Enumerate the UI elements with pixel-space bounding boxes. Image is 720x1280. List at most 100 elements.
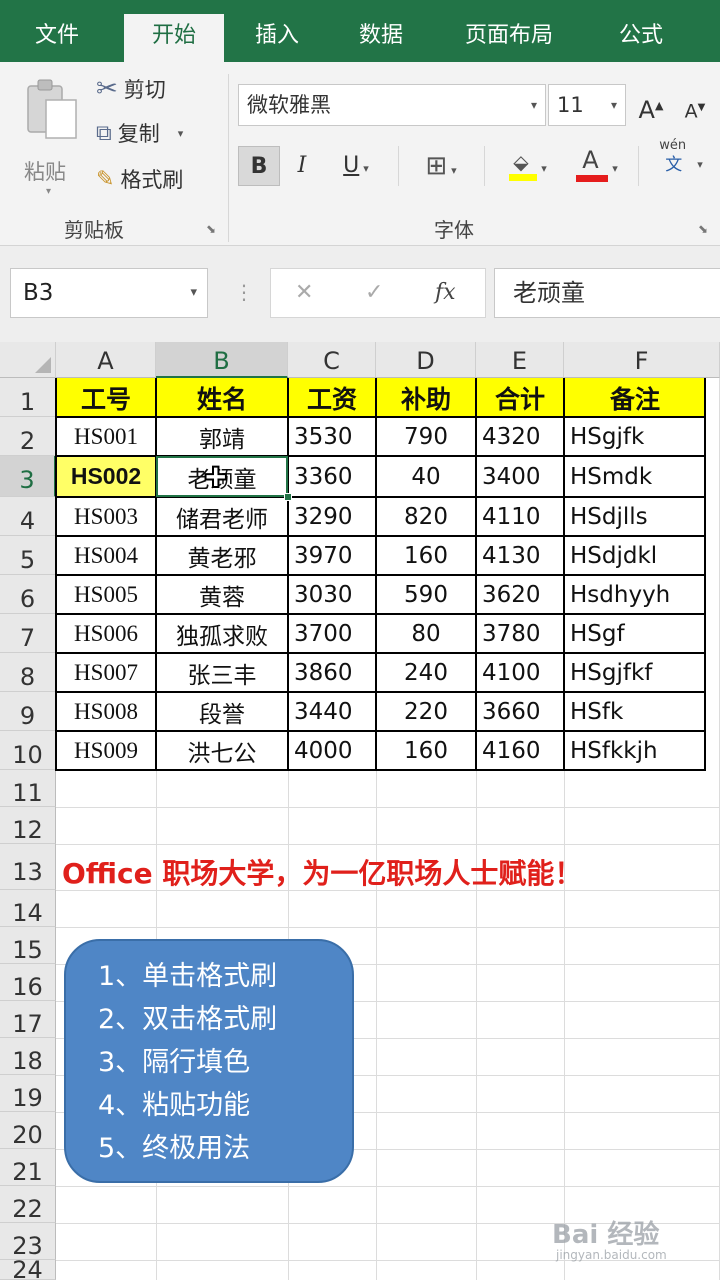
cell-name[interactable]: 段誉 xyxy=(156,692,288,731)
row-header-10[interactable]: 10 xyxy=(0,731,56,770)
tab-home[interactable]: 开始 xyxy=(124,14,224,62)
cell-name[interactable]: 郭靖 xyxy=(156,417,288,456)
row-header-16[interactable]: 16 xyxy=(0,964,56,1001)
row-header-21[interactable]: 21 xyxy=(0,1149,56,1186)
row-header-17[interactable]: 17 xyxy=(0,1001,56,1038)
row-header-4[interactable]: 4 xyxy=(0,497,56,536)
cell-name[interactable]: 储君老师 xyxy=(156,497,288,536)
cell-name[interactable]: 独孤求败 xyxy=(156,614,288,653)
column-header-d[interactable]: D xyxy=(376,342,476,378)
row-header-6[interactable]: 6 xyxy=(0,575,56,614)
cell-id[interactable]: HS003 xyxy=(56,497,156,536)
tab-insert[interactable]: 插入 xyxy=(232,14,322,62)
name-box[interactable]: B3 ▾ xyxy=(10,268,208,318)
cell-allowance[interactable]: 820 xyxy=(376,497,476,536)
cell-allowance[interactable]: 160 xyxy=(376,536,476,575)
cell-allowance[interactable]: 40 xyxy=(376,456,476,497)
format-painter-button[interactable]: ✎ 格式刷 xyxy=(96,164,183,194)
cell-total[interactable]: 4320 xyxy=(476,417,564,456)
header-cell-allowance[interactable]: 补助 xyxy=(376,378,476,417)
cell-total[interactable]: 3620 xyxy=(476,575,564,614)
cell-allowance[interactable]: 80 xyxy=(376,614,476,653)
cell-total[interactable]: 3400 xyxy=(476,456,564,497)
row-header-5[interactable]: 5 xyxy=(0,536,56,575)
cell-salary[interactable]: 3530 xyxy=(288,417,376,456)
cell-allowance[interactable]: 790 xyxy=(376,417,476,456)
cell-note[interactable]: HSgjfkf xyxy=(564,653,706,692)
cell-name[interactable]: 洪七公 xyxy=(156,731,288,770)
cell-note[interactable]: HSfk xyxy=(564,692,706,731)
row-header-7[interactable]: 7 xyxy=(0,614,56,653)
worksheet-grid[interactable]: A B C D E F 1 2 3 4 5 6 7 8 9 10 11 12 1… xyxy=(0,342,720,1280)
header-cell-salary[interactable]: 工资 xyxy=(288,378,376,417)
row-header-12[interactable]: 12 xyxy=(0,807,56,844)
cell-total[interactable]: 3780 xyxy=(476,614,564,653)
cell-total[interactable]: 3660 xyxy=(476,692,564,731)
column-header-f[interactable]: F xyxy=(564,342,720,378)
cell-id[interactable]: HS005 xyxy=(56,575,156,614)
clipboard-launcher-icon[interactable]: ⬊ xyxy=(206,222,216,236)
cell-id[interactable]: HS007 xyxy=(56,653,156,692)
cancel-icon[interactable]: ✕ xyxy=(295,269,313,317)
cell-total[interactable]: 4110 xyxy=(476,497,564,536)
row-header-2[interactable]: 2 xyxy=(0,417,56,456)
row-header-3[interactable]: 3 xyxy=(0,456,56,497)
cell-allowance[interactable]: 240 xyxy=(376,653,476,692)
cell-note[interactable]: HSmdk xyxy=(564,456,706,497)
tab-formulas[interactable]: 公式 xyxy=(596,14,686,62)
underline-button[interactable]: U ▾ xyxy=(326,146,386,186)
cell-id[interactable]: HS008 xyxy=(56,692,156,731)
row-header-23[interactable]: 23 xyxy=(0,1223,56,1260)
header-cell-note[interactable]: 备注 xyxy=(564,378,706,417)
cell-id[interactable]: HS009 xyxy=(56,731,156,770)
select-all-button[interactable] xyxy=(0,342,56,378)
tab-data[interactable]: 数据 xyxy=(336,14,426,62)
italic-button[interactable]: I xyxy=(286,146,318,186)
borders-button[interactable]: ⊞ ▾ xyxy=(410,146,472,186)
formula-input[interactable]: 老顽童 xyxy=(494,268,720,318)
tab-page-layout[interactable]: 页面布局 xyxy=(446,14,572,62)
cell-note[interactable]: HSfkkjh xyxy=(564,731,706,770)
font-color-button[interactable]: A ▾ xyxy=(566,146,628,186)
cell-id[interactable]: HS004 xyxy=(56,536,156,575)
column-header-b[interactable]: B xyxy=(156,342,288,378)
row-header-15[interactable]: 15 xyxy=(0,927,56,964)
row-header-11[interactable]: 11 xyxy=(0,770,56,807)
cell-total[interactable]: 4100 xyxy=(476,653,564,692)
cell-total[interactable]: 4130 xyxy=(476,536,564,575)
decrease-font-size-button[interactable]: A▼ xyxy=(680,88,710,128)
font-name-select[interactable]: 微软雅黑 ▾ xyxy=(238,84,546,126)
font-size-select[interactable]: 11 ▾ xyxy=(548,84,626,126)
cell-note[interactable]: Hsdhyyh xyxy=(564,575,706,614)
cell-salary[interactable]: 3860 xyxy=(288,653,376,692)
cell-salary[interactable]: 3030 xyxy=(288,575,376,614)
row-header-1[interactable]: 1 xyxy=(0,378,56,417)
enter-icon[interactable]: ✓ xyxy=(365,269,383,317)
cell-name[interactable]: 张三丰 xyxy=(156,653,288,692)
copy-button[interactable]: ⧉ 复制 ▾ xyxy=(96,118,183,148)
row-header-9[interactable]: 9 xyxy=(0,692,56,731)
header-cell-name[interactable]: 姓名 xyxy=(156,378,288,417)
fill-color-button[interactable]: ⬙ ▾ xyxy=(494,146,560,186)
font-launcher-icon[interactable]: ⬊ xyxy=(698,222,708,236)
header-cell-total[interactable]: 合计 xyxy=(476,378,564,417)
row-header-20[interactable]: 20 xyxy=(0,1112,56,1149)
column-header-a[interactable]: A xyxy=(56,342,156,378)
paste-button[interactable]: 粘贴 ▾ xyxy=(18,76,82,197)
cell-salary[interactable]: 3970 xyxy=(288,536,376,575)
cell-name[interactable]: 黄老邪 xyxy=(156,536,288,575)
column-header-e[interactable]: E xyxy=(476,342,564,378)
increase-font-size-button[interactable]: A▲ xyxy=(636,86,666,126)
tab-file[interactable]: 文件 xyxy=(12,14,102,62)
row-header-13[interactable]: 13 xyxy=(0,844,56,890)
cell-note[interactable]: HSgjfk xyxy=(564,417,706,456)
header-cell-id[interactable]: 工号 xyxy=(56,378,156,417)
row-header-18[interactable]: 18 xyxy=(0,1038,56,1075)
cell-id[interactable]: HS001 xyxy=(56,417,156,456)
row-header-22[interactable]: 22 xyxy=(0,1186,56,1223)
cell-salary[interactable]: 3700 xyxy=(288,614,376,653)
cell-name[interactable]: 黄蓉 xyxy=(156,575,288,614)
cell-salary[interactable]: 4000 xyxy=(288,731,376,770)
column-header-c[interactable]: C xyxy=(288,342,376,378)
cell-note[interactable]: HSgf xyxy=(564,614,706,653)
